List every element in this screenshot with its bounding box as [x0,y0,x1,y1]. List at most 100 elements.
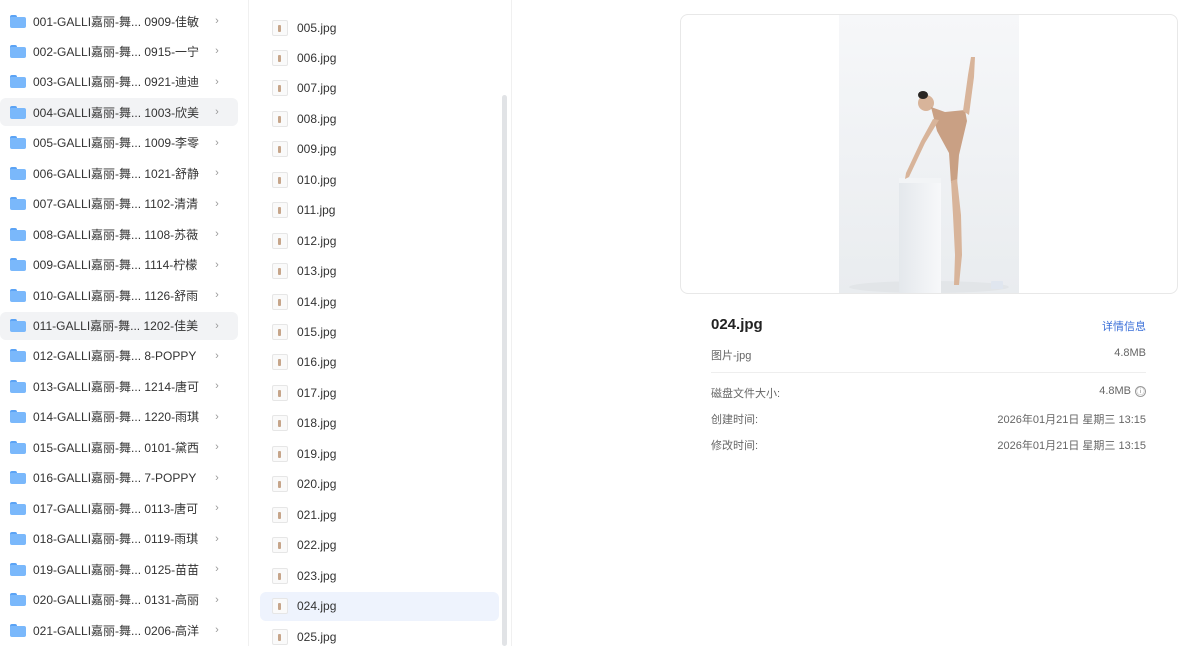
file-item[interactable]: 012.jpg [260,226,499,255]
file-item[interactable]: 013.jpg [260,257,499,286]
disk-size-value: 4.8MB ⓘ [1099,385,1146,397]
folder-item[interactable]: 003-GALLI嘉丽-舞... 0921-迪迪 › [0,68,238,96]
image-thumbnail-icon [272,354,288,371]
file-label: 021.jpg [297,507,337,522]
folder-item[interactable]: 012-GALLI嘉丽-舞... 8-POPPY › [0,342,238,370]
chevron-right-icon: › [215,228,219,241]
created-label: 创建时间: [711,414,759,426]
file-item[interactable]: 014.jpg [260,287,499,316]
folder-label: 007-GALLI嘉丽-舞... 1102-清清 [33,197,199,212]
image-thumbnail-icon [272,476,288,493]
file-item[interactable]: 008.jpg [260,104,499,133]
file-label: 016.jpg [297,355,337,370]
folder-icon [10,227,26,241]
image-thumbnail-icon [272,80,288,97]
file-item[interactable]: 019.jpg [260,439,499,468]
file-item[interactable]: 007.jpg [260,74,499,103]
chevron-right-icon: › [215,502,219,515]
folder-item[interactable]: 021-GALLI嘉丽-舞... 0206-高洋 › [0,616,238,644]
chevron-right-icon: › [215,624,219,636]
folder-icon [10,197,26,211]
file-item[interactable]: 018.jpg [260,409,499,438]
chevron-right-icon: › [215,45,219,58]
file-label: 019.jpg [297,446,337,461]
file-label: 013.jpg [297,264,337,279]
file-label: 015.jpg [297,325,337,339]
file-label: 020.jpg [297,477,337,492]
folder-icon [10,288,26,302]
file-column-scrollbar[interactable] [502,95,507,646]
disk-size-label: 磁盘文件大小: [711,388,781,400]
folder-label: 020-GALLI嘉丽-舞... 0131-高丽 [33,593,200,608]
folder-icon [10,75,26,89]
chevron-right-icon: › [215,593,219,606]
folder-label: 013-GALLI嘉丽-舞... 1214-唐可 [33,379,200,394]
folder-label: 015-GALLI嘉丽-舞... 0101-黛西 [33,440,200,455]
folder-item[interactable]: 007-GALLI嘉丽-舞... 1102-清清 › [0,190,238,218]
info-icon[interactable]: ⓘ [1135,385,1146,397]
folder-label: 018-GALLI嘉丽-舞... 0119-雨琪 [33,532,199,547]
preview-file-name: 024.jpg [711,316,763,333]
folder-icon [10,593,26,607]
folder-label: 009-GALLI嘉丽-舞... 1114-柠檬 [33,258,198,273]
image-thumbnail-icon [272,598,288,615]
file-item[interactable]: 009.jpg [260,135,499,164]
folder-item[interactable]: 014-GALLI嘉丽-舞... 1220-雨琪 › [0,403,238,431]
folder-icon [10,349,26,363]
file-item[interactable]: 016.jpg [260,348,499,377]
folder-icon [10,410,26,424]
modified-label: 修改时间: [711,440,759,452]
file-label: 009.jpg [297,142,337,157]
folder-label: 003-GALLI嘉丽-舞... 0921-迪迪 [33,75,200,90]
image-thumbnail-icon [272,293,288,310]
folder-item[interactable]: 010-GALLI嘉丽-舞... 1126-舒雨 › [0,281,238,309]
folder-item[interactable]: 017-GALLI嘉丽-舞... 0113-唐可 › [0,494,238,522]
chevron-right-icon: › [215,441,219,454]
file-item[interactable]: 005.jpg [260,13,499,42]
folder-item[interactable]: 004-GALLI嘉丽-舞... 1003-欣美 › [0,98,238,127]
file-label: 024.jpg [297,599,337,614]
folder-item[interactable]: 020-GALLI嘉丽-舞... 0131-高丽 › [0,586,238,614]
folder-icon [10,44,26,58]
file-item[interactable]: 017.jpg [260,378,499,407]
folder-item[interactable]: 008-GALLI嘉丽-舞... 1108-苏薇 › [0,220,238,248]
file-item[interactable]: 006.jpg [260,43,499,72]
folder-icon [10,319,26,332]
chevron-right-icon: › [215,471,219,484]
folder-item[interactable]: 006-GALLI嘉丽-舞... 1021-舒静 › [0,159,238,187]
file-item[interactable]: 020.jpg [260,470,499,499]
folder-item[interactable]: 015-GALLI嘉丽-舞... 0101-黛西 › [0,433,238,461]
folder-item[interactable]: 002-GALLI嘉丽-舞... 0915-一宁 › [0,37,238,65]
folder-icon [10,562,26,576]
folder-label: 019-GALLI嘉丽-舞... 0125-苗苗 [33,562,200,577]
file-item[interactable]: 015.jpg [260,318,499,347]
folder-icon [10,166,26,180]
folder-label: 005-GALLI嘉丽-舞... 1009-李零 [33,136,200,151]
folder-icon [10,379,26,393]
chevron-right-icon: › [215,106,219,119]
file-item[interactable]: 022.jpg [260,531,499,560]
folder-label: 014-GALLI嘉丽-舞... 1220-雨琪 [33,410,200,425]
folder-icon [10,258,26,272]
folder-column: 001-GALLI嘉丽-舞... 0909-佳敏 › 002-GALLI嘉丽-舞..… [0,0,248,646]
details-link[interactable]: 详情信息 [1102,318,1146,334]
image-thumbnail-icon [272,110,288,127]
folder-item[interactable]: 009-GALLI嘉丽-舞... 1114-柠檬 › [0,251,238,279]
file-item[interactable]: 023.jpg [260,561,499,590]
file-item[interactable]: 011.jpg [260,196,499,225]
folder-label: 012-GALLI嘉丽-舞... 8-POPPY [33,349,197,364]
folder-item[interactable]: 005-GALLI嘉丽-舞... 1009-李零 › [0,129,238,157]
folder-label: 010-GALLI嘉丽-舞... 1126-舒雨 [33,288,199,303]
folder-item[interactable]: 001-GALLI嘉丽-舞... 0909-佳敏 › [0,7,238,35]
image-thumbnail-icon [272,537,288,554]
folder-item[interactable]: 011-GALLI嘉丽-舞... 1202-佳美 › [0,311,238,340]
created-value: 2026年01月21日 星期三 13:15 [997,414,1146,426]
file-item[interactable]: 024.jpg [260,591,499,621]
folder-item[interactable]: 016-GALLI嘉丽-舞... 7-POPPY › [0,464,238,492]
file-item[interactable]: 021.jpg [260,500,499,529]
folder-item[interactable]: 013-GALLI嘉丽-舞... 1214-唐可 › [0,372,238,400]
folder-item[interactable]: 019-GALLI嘉丽-舞... 0125-苗苗 › [0,555,238,583]
file-item[interactable]: 025.jpg [260,622,499,646]
folder-item[interactable]: 018-GALLI嘉丽-舞... 0119-雨琪 › [0,525,238,553]
file-item[interactable]: 010.jpg [260,165,499,194]
